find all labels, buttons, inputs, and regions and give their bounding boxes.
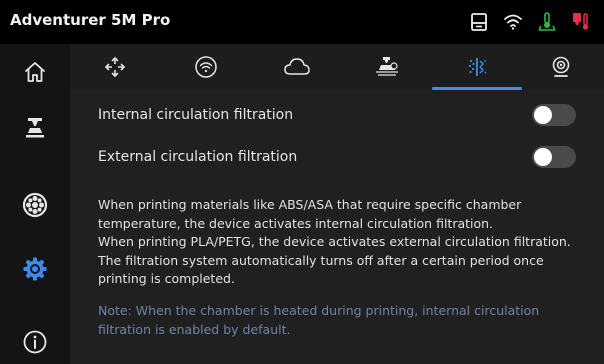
bed-temperature-icon	[530, 6, 564, 38]
sidebar	[0, 44, 70, 364]
internal-filtration-label: Internal circulation filtration	[98, 107, 294, 123]
toggle-knob	[534, 148, 552, 166]
tab-bar	[70, 44, 604, 90]
app-title: Adventurer 5M Pro	[10, 11, 171, 29]
filtration-icon	[468, 58, 487, 76]
description-line: When printing PLA/PETG, the device activ…	[98, 234, 571, 249]
filament-icon	[22, 192, 48, 218]
description-line: When printing materials like ABS/ASA tha…	[98, 197, 522, 231]
tab-move[interactable]	[70, 44, 160, 90]
wifi-icon	[496, 6, 530, 38]
description-line: The filtration system automatically turn…	[98, 252, 544, 287]
external-filtration-toggle[interactable]	[532, 146, 576, 168]
sidebar-item-home[interactable]	[0, 44, 70, 100]
external-filtration-row: External circulation filtration	[70, 132, 604, 182]
wifi-icon	[195, 56, 217, 78]
sidebar-item-filament[interactable]	[0, 177, 70, 233]
top-bar: Adventurer 5M Pro	[0, 0, 604, 44]
sidebar-item-info[interactable]	[0, 314, 70, 364]
filtration-description: When printing materials like ABS/ASA tha…	[98, 196, 588, 289]
nozzle-temperature-icon	[564, 6, 598, 38]
external-filtration-label: External circulation filtration	[98, 149, 298, 165]
print-bed-icon	[376, 57, 398, 76]
camera-icon	[552, 56, 570, 77]
status-icons	[462, 6, 598, 38]
main-panel: Internal circulation filtration External…	[70, 44, 604, 364]
tab-print-bed[interactable]	[342, 44, 432, 90]
tab-network[interactable]	[161, 44, 251, 90]
print-icon	[26, 118, 44, 138]
internal-filtration-toggle[interactable]	[532, 104, 576, 126]
toggle-knob	[534, 106, 552, 124]
cloud-icon	[284, 58, 310, 75]
home-icon	[25, 62, 45, 82]
sidebar-item-settings[interactable]	[0, 241, 70, 297]
info-icon	[23, 330, 47, 354]
sidebar-item-print[interactable]	[0, 100, 70, 156]
tab-filtration[interactable]	[432, 44, 522, 90]
tab-camera[interactable]	[516, 44, 604, 90]
move-icon	[105, 57, 125, 77]
printer-status-icon	[462, 6, 496, 38]
tab-cloud[interactable]	[252, 44, 342, 90]
filtration-note: Note: When the chamber is heated during …	[98, 303, 540, 337]
settings-icon	[23, 257, 47, 281]
